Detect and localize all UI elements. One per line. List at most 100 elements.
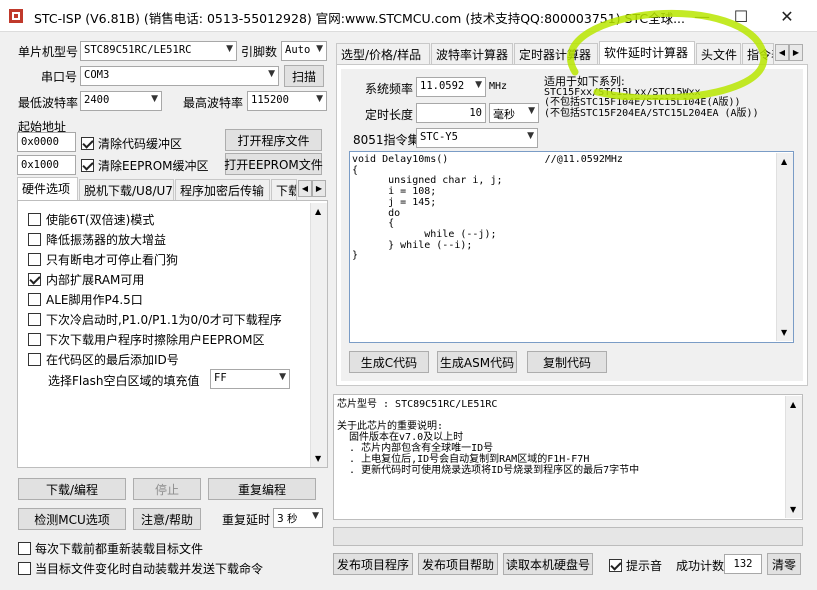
- clear-code-checkbox[interactable]: [81, 137, 94, 150]
- tool-tabbar: 选型/价格/样品 波特率计算器 定时器计算器 软件延时计算器 头文件 指令表 ◀…: [336, 41, 808, 64]
- tab-selection[interactable]: 选型/价格/样品: [336, 43, 430, 64]
- option-gain[interactable]: 降低振荡器的放大增益: [28, 231, 166, 248]
- option-erase-eeprom[interactable]: 下次下载用户程序时擦除用户EEPROM区: [28, 331, 265, 348]
- auto-send-option[interactable]: 当目标文件变化时自动装载并发送下载命令: [18, 560, 263, 577]
- option-checkbox[interactable]: [28, 333, 41, 346]
- option-checkbox[interactable]: [28, 353, 41, 366]
- reload-checkbox[interactable]: [18, 542, 31, 555]
- prompt-sound-checkbox[interactable]: [609, 559, 622, 572]
- prompt-sound-option[interactable]: 提示音: [609, 557, 662, 574]
- applies-line: (不包括STC15F204EA/STC15L204EA (A版)): [544, 107, 759, 119]
- option-cold-start[interactable]: 下次冷启动时,P1.0/P1.1为0/0才可下载程序: [28, 311, 282, 328]
- delay-unit-select[interactable]: 毫秒 ▼: [489, 103, 539, 123]
- port-label: 串口号: [41, 70, 78, 84]
- option-checkbox[interactable]: [28, 273, 41, 286]
- gen-c-button[interactable]: 生成C代码: [349, 351, 429, 373]
- success-count-value: 132: [724, 554, 762, 574]
- mcu-value: STC89C51RC/LE51RC: [84, 44, 192, 56]
- mcu-select[interactable]: STC89C51RC/LE51RC ▼: [80, 41, 237, 61]
- tab-right-arrow[interactable]: ▶: [789, 44, 803, 61]
- tab-header-file[interactable]: 头文件: [696, 43, 741, 64]
- tab-baud-calc[interactable]: 波特率计算器: [431, 43, 513, 64]
- option-checkbox[interactable]: [28, 213, 41, 226]
- scan-button[interactable]: 扫描: [284, 65, 324, 87]
- detect-mcu-button[interactable]: 检测MCU选项: [18, 508, 126, 530]
- freq-select[interactable]: 11.0592 ▼: [416, 77, 486, 97]
- clear-code-option[interactable]: 清除代码缓冲区: [81, 135, 182, 152]
- info-panel: 芯片型号 : STC89C51RC/LE51RC 关于此芯片的重要说明: 固件版…: [333, 394, 803, 520]
- tab-download[interactable]: 下载: [271, 179, 297, 200]
- pin-value: Auto: [285, 44, 311, 56]
- clear-eeprom-option[interactable]: 清除EEPROM缓冲区: [81, 157, 209, 174]
- tab-left-arrow[interactable]: ◀: [775, 44, 789, 61]
- hardware-tabbar: 硬件选项 脱机下载/U8/U7 程序加密后传输 下载 ◀ ▶: [17, 177, 327, 200]
- gen-asm-button[interactable]: 生成ASM代码: [437, 351, 517, 373]
- publish-button[interactable]: 发布项目程序: [333, 553, 413, 575]
- scroll-down-icon: ▼: [315, 454, 322, 463]
- scroll-up-icon: ▲: [315, 207, 322, 216]
- mcu-label: 单片机型号: [18, 45, 79, 59]
- flash-fill-label: 选择Flash空白区域的填充值: [48, 374, 200, 388]
- reload-option[interactable]: 每次下载前都重新装载目标文件: [18, 540, 203, 557]
- code-text: void Delay10ms() //@11.0592MHz { unsigne…: [352, 154, 623, 262]
- repeat-delay-value: 3 秒: [277, 513, 298, 525]
- instr-select[interactable]: STC-Y5 ▼: [416, 128, 538, 148]
- min-baud-select[interactable]: 2400 ▼: [80, 91, 162, 111]
- info-scrollbar[interactable]: ▲ ▼: [785, 396, 802, 518]
- tab-timer-calc[interactable]: 定时器计算器: [514, 43, 598, 64]
- close-button[interactable]: ✕: [764, 0, 810, 32]
- option-checkbox[interactable]: [28, 253, 41, 266]
- tab-delay-calc[interactable]: 软件延时计算器: [599, 41, 695, 64]
- tab-left-arrow[interactable]: ◀: [298, 180, 312, 197]
- option-ale[interactable]: ALE脚用作P4.5口: [28, 291, 143, 308]
- info-line: 芯片型号 : STC89C51RC/LE51RC: [337, 399, 498, 410]
- option-label: 内部扩展RAM可用: [46, 273, 145, 287]
- option-ext-ram[interactable]: 内部扩展RAM可用: [28, 271, 144, 288]
- delay-input[interactable]: 10: [416, 103, 486, 123]
- instr-value: STC-Y5: [420, 131, 458, 143]
- code-box[interactable]: void Delay10ms() //@11.0592MHz { unsigne…: [349, 151, 794, 343]
- port-value: COM3: [84, 69, 110, 81]
- tab-right-arrow[interactable]: ▶: [312, 180, 326, 197]
- info-line: . 更新代码时可使用烧录选项将ID号烧录到程序区的最后7字节中: [337, 465, 640, 476]
- download-button[interactable]: 下载/编程: [18, 478, 126, 500]
- chevron-down-icon: ▼: [475, 80, 482, 90]
- tab-offline[interactable]: 脱机下载/U8/U7: [79, 179, 174, 200]
- options-scrollbar[interactable]: ▲ ▼: [310, 203, 327, 467]
- open-program-button[interactable]: 打开程序文件: [225, 129, 322, 151]
- repeat-delay-label: 重复延时: [222, 513, 271, 527]
- port-select[interactable]: COM3 ▼: [80, 66, 279, 86]
- code-scrollbar[interactable]: ▲ ▼: [776, 153, 793, 341]
- option-checkbox[interactable]: [28, 233, 41, 246]
- addr2-input[interactable]: 0x1000: [17, 155, 76, 175]
- code-line: } while (--i);: [352, 239, 473, 251]
- stop-button[interactable]: 停止: [133, 478, 201, 500]
- reprogram-button[interactable]: 重复编程: [208, 478, 316, 500]
- max-baud-select[interactable]: 115200 ▼: [247, 91, 327, 111]
- tab-instruction[interactable]: 指令表: [742, 43, 774, 64]
- tab-hardware[interactable]: 硬件选项: [17, 177, 78, 200]
- freq-label: 系统频率: [365, 82, 414, 96]
- option-watchdog[interactable]: 只有断电才可停止看门狗: [28, 251, 178, 268]
- help-button[interactable]: 注意/帮助: [133, 508, 201, 530]
- read-disk-button[interactable]: 读取本机硬盘号: [503, 553, 593, 575]
- open-eeprom-button[interactable]: 打开EEPROM文件: [224, 153, 323, 175]
- auto-send-checkbox[interactable]: [18, 562, 31, 575]
- chevron-down-icon: ▼: [316, 44, 323, 54]
- clear-count-button[interactable]: 清零: [767, 553, 801, 575]
- tab-encrypt[interactable]: 程序加密后传输: [175, 179, 270, 200]
- scroll-up-icon: ▲: [781, 157, 788, 166]
- pin-select[interactable]: Auto ▼: [281, 41, 327, 61]
- option-checkbox[interactable]: [28, 313, 41, 326]
- publish-help-button[interactable]: 发布项目帮助: [418, 553, 498, 575]
- option-label: ALE脚用作P4.5口: [46, 293, 143, 307]
- option-add-id[interactable]: 在代码区的最后添加ID号: [28, 351, 179, 368]
- addr1-input[interactable]: 0x0000: [17, 132, 76, 152]
- copy-code-button[interactable]: 复制代码: [527, 351, 607, 373]
- flash-fill-select[interactable]: FF ▼: [210, 369, 290, 389]
- clear-eeprom-checkbox[interactable]: [81, 159, 94, 172]
- maximize-button[interactable]: ☐: [718, 0, 764, 32]
- repeat-delay-select[interactable]: 3 秒 ▼: [273, 508, 323, 528]
- option-6t[interactable]: 使能6T(双倍速)模式: [28, 211, 154, 228]
- option-checkbox[interactable]: [28, 293, 41, 306]
